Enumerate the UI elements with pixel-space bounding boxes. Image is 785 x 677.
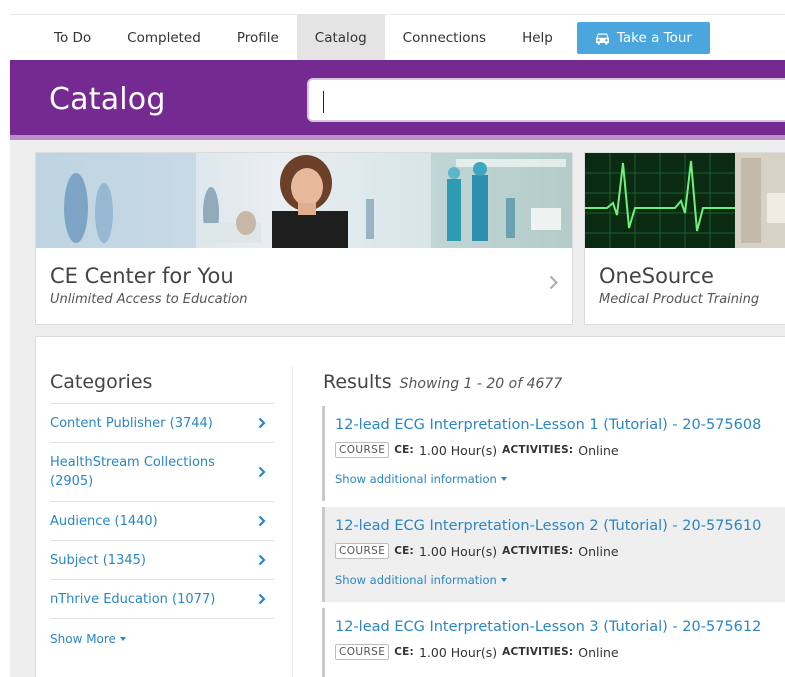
ce-value: 1.00 Hour(s) xyxy=(418,442,498,458)
column-divider xyxy=(292,367,293,677)
results-heading: Results Showing 1 - 20 of 4677 xyxy=(323,371,562,393)
nav-tab-todo[interactable]: To Do xyxy=(10,15,109,61)
categories-list: Content Publisher (3744) HealthStream Co… xyxy=(50,403,274,619)
activities-value: Online xyxy=(578,644,619,660)
text-cursor xyxy=(323,91,324,113)
show-more-label: Show More xyxy=(50,632,116,646)
results-count: Showing 1 - 20 of 4677 xyxy=(399,376,563,392)
chevron-right-icon xyxy=(258,590,266,609)
catalog-search-input[interactable] xyxy=(307,78,785,122)
ce-label: CE: xyxy=(394,646,414,658)
onesource-subtitle: Medical Product Training xyxy=(599,292,760,307)
onesource-title: OneSource xyxy=(599,264,714,288)
category-label: Content Publisher (3744) xyxy=(50,415,213,431)
car-icon xyxy=(595,32,610,45)
result-item: 12-lead ECG Interpretation-Lesson 2 (Tut… xyxy=(322,507,785,602)
show-additional-info-link[interactable]: Show additional information xyxy=(335,573,507,587)
course-type-badge: COURSE xyxy=(335,644,390,660)
catalog-results-panel: Categories Content Publisher (3744) Heal… xyxy=(35,336,785,677)
result-meta: COURSE CE: 1.00 Hour(s) ACTIVITIES: Onli… xyxy=(335,543,619,559)
category-item-healthstream-collections[interactable]: HealthStream Collections (2905) xyxy=(50,443,274,502)
nav-tab-profile[interactable]: Profile xyxy=(219,15,297,61)
ce-center-promo-card[interactable]: CE Center for You Unlimited Access to Ed… xyxy=(35,152,573,325)
category-item-subject[interactable]: Subject (1345) xyxy=(50,541,274,580)
activities-label: ACTIVITIES: xyxy=(502,444,574,456)
ce-value: 1.00 Hour(s) xyxy=(418,543,498,559)
show-additional-info-label: Show additional information xyxy=(335,573,497,587)
result-title-link[interactable]: 12-lead ECG Interpretation-Lesson 1 (Tut… xyxy=(335,417,761,433)
result-item: 12-lead ECG Interpretation-Lesson 1 (Tut… xyxy=(322,406,785,501)
result-meta: COURSE CE: 1.00 Hour(s) ACTIVITIES: Onli… xyxy=(335,644,619,660)
result-title-link[interactable]: 12-lead ECG Interpretation-Lesson 3 (Tut… xyxy=(335,619,761,635)
nav-tab-catalog[interactable]: Catalog xyxy=(296,15,385,61)
show-additional-info-label: Show additional information xyxy=(335,472,497,486)
result-title-link[interactable]: 12-lead ECG Interpretation-Lesson 2 (Tut… xyxy=(335,518,761,534)
category-item-content-publisher[interactable]: Content Publisher (3744) xyxy=(50,404,274,443)
category-label: nThrive Education (1077) xyxy=(50,591,216,607)
activities-label: ACTIVITIES: xyxy=(502,646,574,658)
chevron-right-icon xyxy=(258,512,266,531)
page-title: Catalog xyxy=(49,82,166,117)
result-meta: COURSE CE: 1.00 Hour(s) ACTIVITIES: Onli… xyxy=(335,442,619,458)
result-item: 12-lead ECG Interpretation-Lesson 3 (Tut… xyxy=(322,608,785,677)
nav-tab-completed[interactable]: Completed xyxy=(109,15,219,61)
take-a-tour-button[interactable]: Take a Tour xyxy=(576,22,710,54)
ce-label: CE: xyxy=(394,444,414,456)
chevron-right-icon xyxy=(258,463,266,482)
onesource-banner-image xyxy=(585,153,785,248)
activities-value: Online xyxy=(578,442,619,458)
nav-tab-help[interactable]: Help xyxy=(504,15,571,61)
chevron-right-icon xyxy=(549,275,559,294)
activities-value: Online xyxy=(578,543,619,559)
category-label: HealthStream Collections (2905) xyxy=(50,455,215,489)
chevron-right-icon xyxy=(258,551,266,570)
ce-center-subtitle: Unlimited Access to Education xyxy=(50,292,248,307)
course-type-badge: COURSE xyxy=(335,543,390,559)
category-item-nthrive-education[interactable]: nThrive Education (1077) xyxy=(50,580,274,619)
results-label: Results xyxy=(323,371,392,393)
category-label: Audience (1440) xyxy=(50,513,158,529)
category-item-audience[interactable]: Audience (1440) xyxy=(50,502,274,541)
take-a-tour-label: Take a Tour xyxy=(616,30,692,46)
caret-down-icon xyxy=(119,637,126,641)
top-nav: To Do Completed Profile Catalog Connecti… xyxy=(10,14,785,61)
ce-center-banner-image xyxy=(36,153,572,248)
category-label: Subject (1345) xyxy=(50,552,146,568)
ce-label: CE: xyxy=(394,545,414,557)
chevron-right-icon xyxy=(258,414,266,433)
categories-heading: Categories xyxy=(50,371,153,393)
catalog-header: Catalog xyxy=(10,60,785,140)
ce-value: 1.00 Hour(s) xyxy=(418,644,498,660)
show-additional-info-link[interactable]: Show additional information xyxy=(335,472,507,486)
course-type-badge: COURSE xyxy=(335,442,390,458)
onesource-promo-card[interactable]: OneSource Medical Product Training xyxy=(584,152,785,325)
caret-down-icon xyxy=(500,477,507,481)
nav-tab-connections[interactable]: Connections xyxy=(385,15,504,61)
ce-center-title: CE Center for You xyxy=(50,264,234,288)
activities-label: ACTIVITIES: xyxy=(502,545,574,557)
show-more-categories-link[interactable]: Show More xyxy=(50,632,126,646)
caret-down-icon xyxy=(500,578,507,582)
